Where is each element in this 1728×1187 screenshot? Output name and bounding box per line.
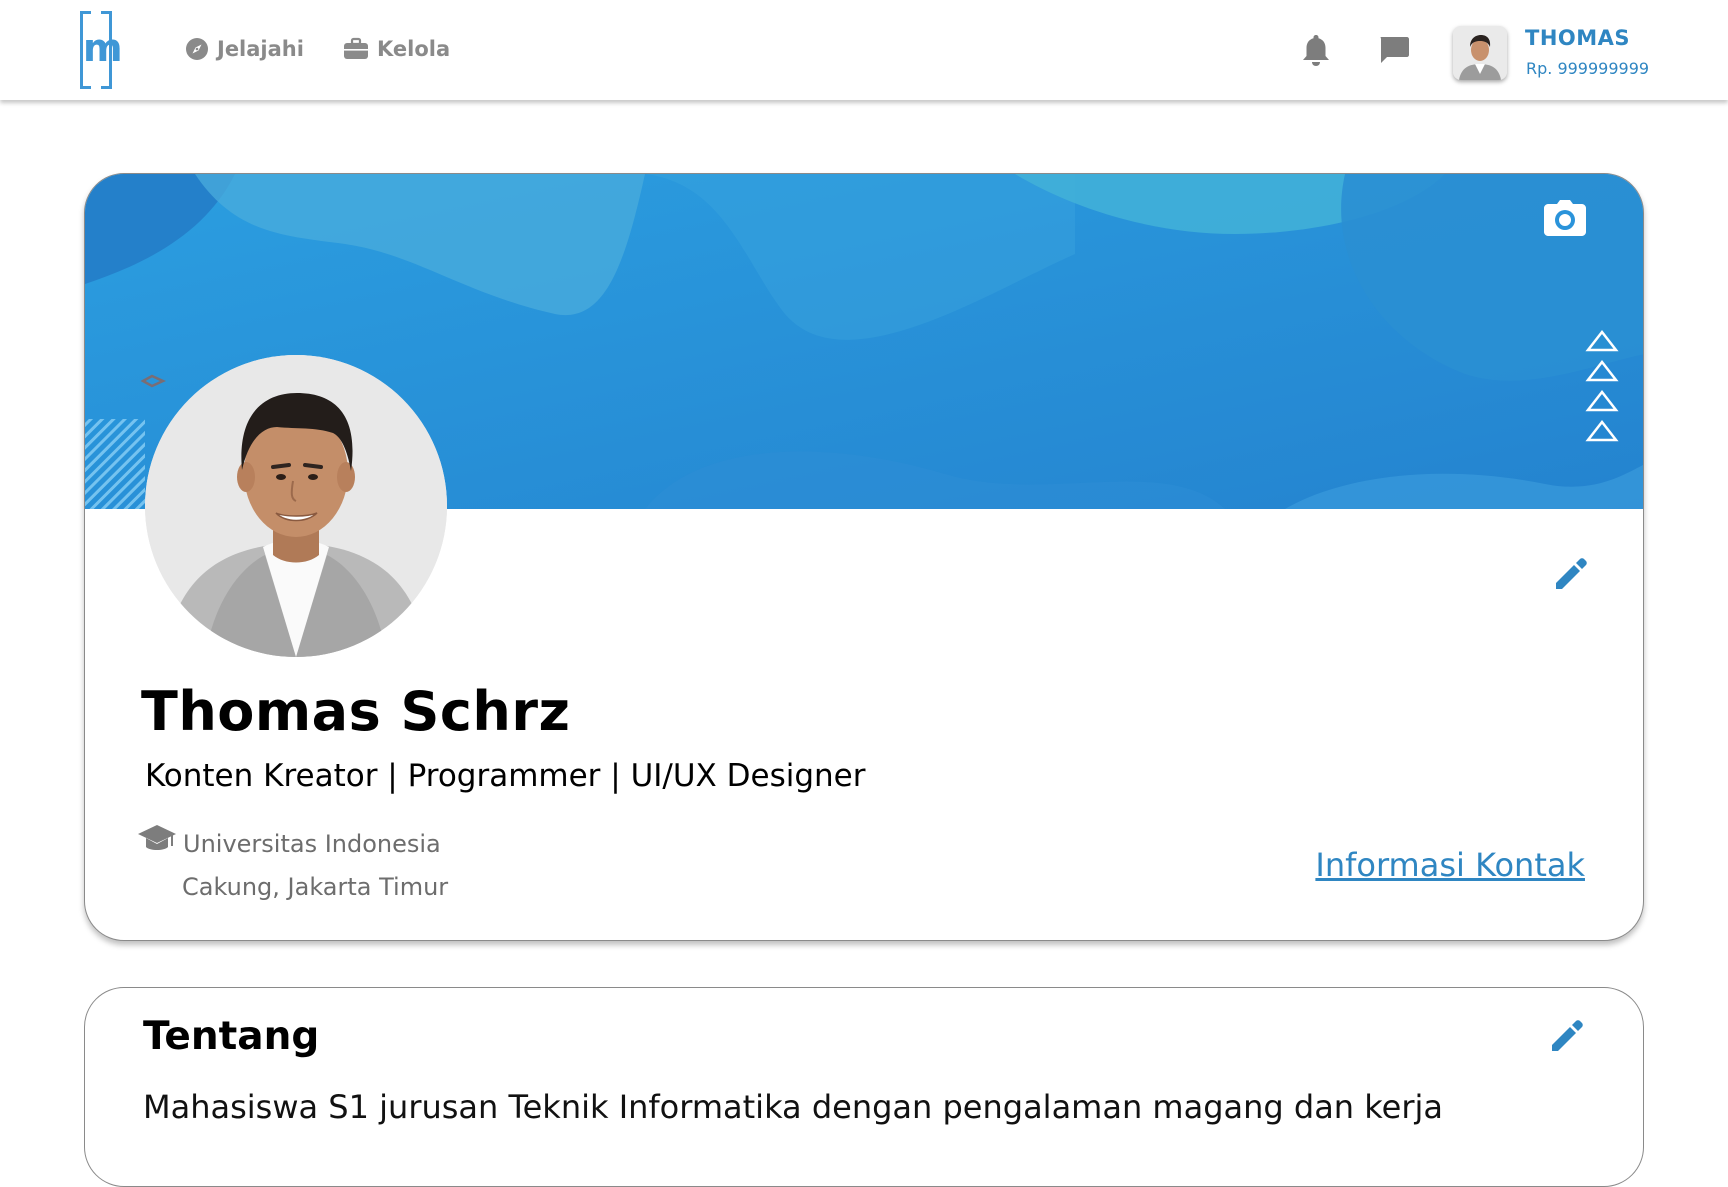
- user-avatar[interactable]: [1453, 26, 1507, 80]
- pencil-icon: [1552, 555, 1590, 597]
- bell-icon: [1300, 33, 1332, 71]
- logo-letter: m: [83, 26, 123, 70]
- nav-manage[interactable]: Kelola: [343, 36, 450, 62]
- graduation-cap-icon: [137, 823, 177, 859]
- user-balance: Rp. 999999999: [1526, 59, 1650, 78]
- compass-icon: [185, 37, 209, 61]
- about-text: Mahasiswa S1 jurusan Teknik Informatika …: [143, 1088, 1443, 1126]
- about-card: Tentang Mahasiswa S1 jurusan Teknik Info…: [84, 987, 1644, 1187]
- profile-name: Thomas Schrz: [141, 680, 571, 743]
- app-logo[interactable]: m: [80, 11, 123, 89]
- profile-photo[interactable]: [145, 355, 447, 657]
- top-navigation-bar: m Jelajahi Kelola THOMAS Rp. 999999999: [0, 0, 1728, 100]
- education-institution: Universitas Indonesia: [183, 830, 441, 858]
- briefcase-icon: [343, 37, 369, 61]
- pencil-icon: [1548, 1017, 1586, 1059]
- notifications-button[interactable]: [1298, 34, 1334, 70]
- nav-manage-label: Kelola: [377, 37, 451, 61]
- camera-icon: [1544, 200, 1586, 240]
- change-cover-button[interactable]: [1541, 200, 1589, 240]
- contact-info-link[interactable]: Informasi Kontak: [1315, 846, 1585, 884]
- profile-location: Cakung, Jakarta Timur: [182, 873, 449, 901]
- profile-headline: Konten Kreator | Programmer | UI/UX Desi…: [145, 758, 866, 794]
- nav-explore-label: Jelajahi: [217, 37, 304, 61]
- chat-icon: [1378, 35, 1410, 69]
- profile-card: Thomas Schrz Konten Kreator | Programmer…: [84, 173, 1644, 941]
- user-name[interactable]: THOMAS: [1525, 26, 1630, 50]
- nav-explore[interactable]: Jelajahi: [185, 36, 304, 62]
- messages-button[interactable]: [1376, 34, 1412, 70]
- edit-about-button[interactable]: [1545, 1016, 1589, 1060]
- about-title: Tentang: [143, 1014, 320, 1059]
- edit-profile-button[interactable]: [1549, 554, 1593, 598]
